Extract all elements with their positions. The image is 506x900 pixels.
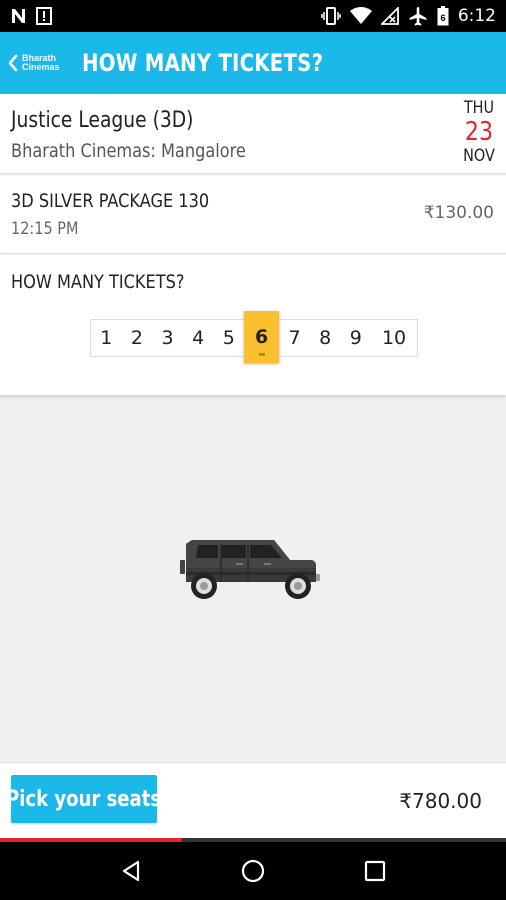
airplane-icon <box>408 6 428 26</box>
no-signal-icon <box>380 7 399 25</box>
show-time: 12:15 PM <box>11 219 79 239</box>
chevron-left-icon <box>8 54 18 72</box>
notification-icon <box>36 7 52 25</box>
vibrate-icon <box>321 7 341 25</box>
ticket-count-option-4[interactable]: 4 <box>183 320 214 356</box>
show-date: THU 23 NOV <box>459 98 499 166</box>
car-icon <box>180 540 320 599</box>
back-button[interactable]: Bharath Cinemas <box>0 32 66 94</box>
system-nav-bar <box>0 842 506 900</box>
nav-back-button[interactable] <box>111 851 151 891</box>
ticket-count-option-8[interactable]: 8 <box>310 320 341 356</box>
date-month: NOV <box>463 146 495 166</box>
ticket-count-card: HOW MANY TICKETS? 1 2 3 4 5 6 7 8 9 10 <box>0 255 506 395</box>
cinema-name: Bharath Cinemas: Mangalore <box>11 140 246 162</box>
ticket-count-option-6[interactable]: 6 <box>244 311 280 363</box>
checkout-bar: Pick your seats ₹780.00 <box>0 762 506 838</box>
total-price: ₹780.00 <box>399 789 482 813</box>
movie-card: Justice League (3D) Bharath Cinemas: Man… <box>0 94 506 174</box>
battery-level: 6 <box>440 13 445 23</box>
battery-icon: 6 <box>437 6 449 26</box>
ticket-count-option-1[interactable]: 1 <box>91 320 122 356</box>
package-price: ₹130.00 <box>423 203 494 223</box>
ticket-count-option-2[interactable]: 2 <box>122 320 153 356</box>
vehicle-illustration <box>178 538 322 600</box>
ticket-count-selector: 1 2 3 4 5 6 7 8 9 10 <box>90 311 418 363</box>
date-day: 23 <box>464 117 494 147</box>
recents-icon <box>364 860 386 882</box>
brand-line-2: Cinemas <box>22 62 60 72</box>
ticket-count-option-5[interactable]: 5 <box>213 320 244 356</box>
ticket-count-heading: HOW MANY TICKETS? <box>11 271 185 293</box>
app-bar: Bharath Cinemas HOW MANY TICKETS? <box>0 32 506 94</box>
back-icon <box>122 860 140 882</box>
home-icon <box>241 859 265 883</box>
ticket-count-option-7[interactable]: 7 <box>279 320 310 356</box>
wifi-icon <box>349 7 372 25</box>
status-time: 6:12 <box>457 6 496 26</box>
ticket-count-option-3[interactable]: 3 <box>152 320 183 356</box>
content-area: Justice League (3D) Bharath Cinemas: Man… <box>0 94 506 762</box>
movie-title: Justice League (3D) <box>11 108 194 133</box>
pick-seats-button[interactable]: Pick your seats <box>6 775 162 823</box>
package-name: 3D SILVER PACKAGE 130 <box>11 190 210 212</box>
ticket-count-option-9[interactable]: 9 <box>340 320 371 356</box>
nav-recents-button[interactable] <box>355 851 395 891</box>
page-title: HOW MANY TICKETS? <box>81 49 323 77</box>
package-card: 3D SILVER PACKAGE 130 12:15 PM ₹130.00 <box>0 176 506 254</box>
nav-home-button[interactable] <box>233 851 273 891</box>
date-day-of-week: THU <box>463 98 495 118</box>
brand-logo: Bharath Cinemas <box>22 54 60 72</box>
n-icon <box>10 8 28 24</box>
status-bar: 6 6:12 <box>0 0 506 32</box>
ticket-count-option-10[interactable]: 10 <box>371 320 417 356</box>
pick-seats-label: Pick your seats <box>6 786 162 812</box>
